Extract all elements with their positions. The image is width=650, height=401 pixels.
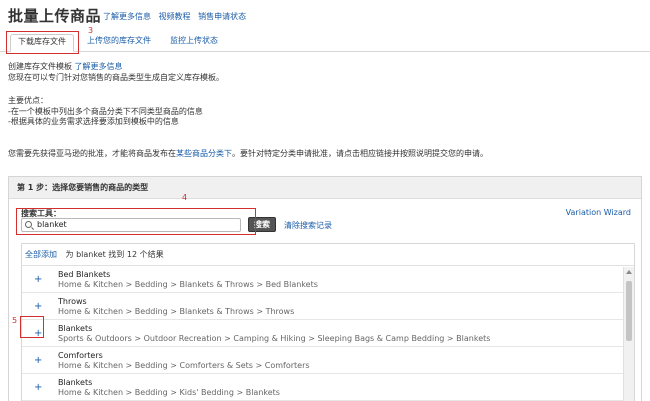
add-plus-icon[interactable]: + [34, 274, 42, 285]
step-1-header: 第 1 步：选择您要销售的商品的类型 [9, 177, 641, 199]
video-tutorial-link[interactable]: 视频教程 [159, 12, 191, 21]
result-path: Home & Kitchen > Bedding > Comforters & … [58, 361, 310, 370]
result-path: Home & Kitchen > Bedding > Blankets & Th… [58, 307, 295, 316]
annotation-box-search [16, 208, 256, 235]
result-row: + Comforters Home & Kitchen > Bedding > … [22, 348, 624, 374]
result-title: Blankets [58, 378, 93, 387]
learn-more-template-link[interactable]: 了解更多信息 [75, 62, 123, 71]
result-path: Home & Kitchen > Bedding > Kids' Bedding… [58, 388, 280, 397]
search-results-list: 全部添加 为 blanket 找到 12 个结果 + Bed Blankets … [21, 243, 635, 401]
advantage-item-2: -根据具体的业务需求选择要添加到模板中的信息 [8, 117, 179, 126]
results-scrollbar[interactable] [623, 267, 634, 401]
annotation-box-tab [6, 31, 79, 54]
add-plus-icon[interactable]: + [34, 382, 42, 393]
result-row: + Throws Home & Kitchen > Bedding > Blan… [22, 294, 624, 320]
annotation-number-3: 3 [88, 26, 94, 35]
advantage-item-1: -在一个模板中列出多个商品分类下不同类型商品的信息 [8, 107, 203, 116]
header-links: 了解更多信息 视频教程 销售申请状态 [103, 11, 251, 22]
result-row: + Bed Blankets Home & Kitchen > Bedding … [22, 267, 624, 293]
add-all-link[interactable]: 全部添加 [25, 250, 57, 259]
result-path: Home & Kitchen > Bedding > Blankets & Th… [58, 280, 318, 289]
result-row: + Blankets Home & Kitchen > Bedding > Ki… [22, 375, 624, 401]
create-template-text: 创建库存文件模板 [8, 62, 72, 71]
add-plus-icon[interactable]: + [34, 355, 42, 366]
sales-application-status-link[interactable]: 销售申请状态 [198, 12, 246, 21]
step-1-panel: 第 1 步：选择您要销售的商品的类型 搜索工具： blanket 搜索 清除搜索… [8, 176, 642, 401]
result-title: Throws [58, 297, 87, 306]
approval-notice: 您需要先获得亚马逊的批准，才能将商品发布在某些商品分类下。要针对特定分类申请批准… [8, 149, 488, 159]
clear-search-link[interactable]: 清除搜索记录 [284, 220, 332, 231]
annotation-box-add [20, 316, 44, 338]
results-summary: 为 blanket 找到 12 个结果 [65, 250, 164, 259]
scroll-up-arrow-icon[interactable] [626, 270, 632, 274]
result-title: Comforters [58, 351, 103, 360]
annotation-number-4: 4 [182, 193, 188, 202]
tab-bar: 下载库存文件 上传您的库存文件 监控上传状态 [0, 30, 650, 52]
result-title: Bed Blankets [58, 270, 111, 279]
approval-text-2: 。要针对特定分类申请批准，请点击相应链接并按照说明提交您的申请。 [232, 149, 488, 158]
learn-more-link[interactable]: 了解更多信息 [103, 12, 151, 21]
result-path: Sports & Outdoors > Outdoor Recreation >… [58, 334, 491, 343]
result-row: + Blankets Sports & Outdoors > Outdoor R… [22, 321, 624, 347]
results-header: 全部添加 为 blanket 找到 12 个结果 [22, 244, 634, 266]
tab-monitor-upload-status[interactable]: 监控上传状态 [163, 34, 225, 52]
page-title: 批量上传商品 [8, 7, 102, 25]
add-plus-icon[interactable]: + [34, 301, 42, 312]
annotation-number-5: 5 [12, 316, 18, 325]
certain-categories-link[interactable]: 某些商品分类下 [176, 149, 232, 158]
advantages-title: 主要优点： [8, 96, 48, 105]
variation-wizard-link[interactable]: Variation Wizard [566, 208, 631, 217]
scroll-thumb[interactable] [626, 281, 632, 341]
result-title: Blankets [58, 324, 93, 333]
tab-upload-inventory-file[interactable]: 上传您的库存文件 [80, 34, 158, 52]
template-description: 您现在可以专门针对您销售的商品类型生成自定义库存模板。 [8, 73, 224, 82]
approval-text-1: 您需要先获得亚马逊的批准，才能将商品发布在 [8, 149, 176, 158]
create-template-line: 创建库存文件模板 了解更多信息 [8, 62, 123, 72]
